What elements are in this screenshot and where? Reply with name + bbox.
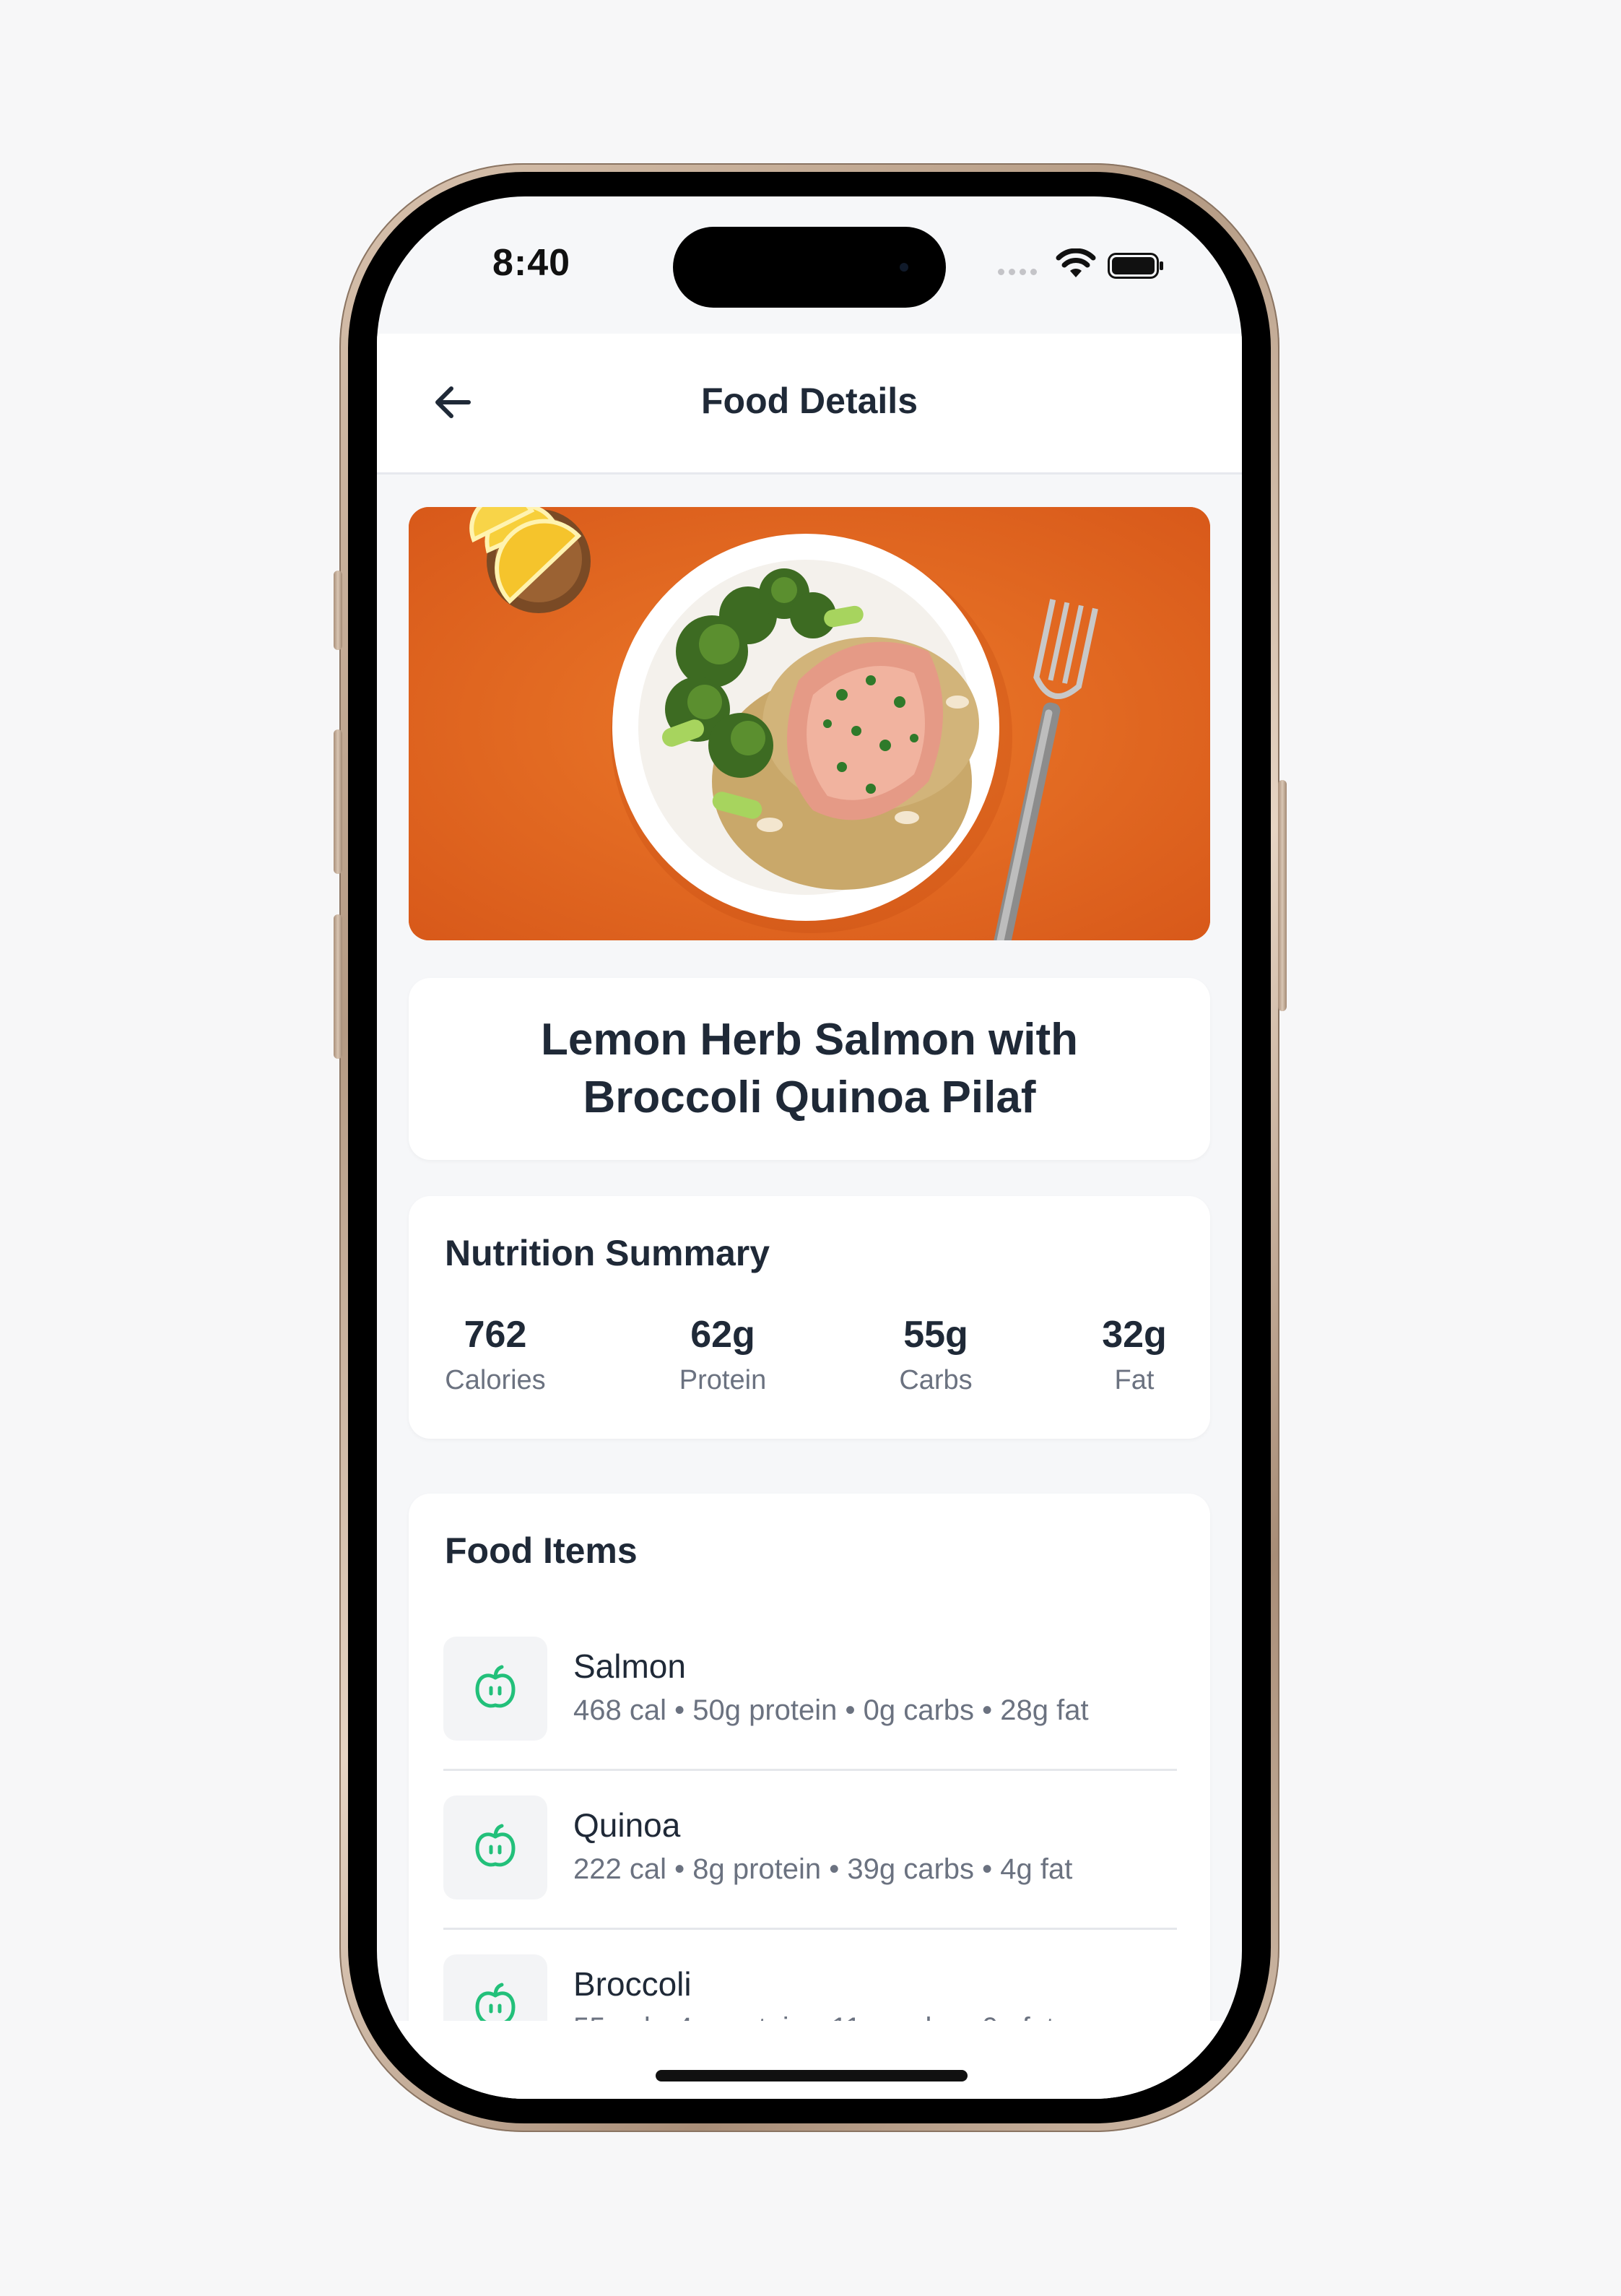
nutrient-label: Calories — [445, 1365, 546, 1395]
nutrient-value: 62g — [690, 1314, 755, 1356]
food-title: Lemon Herb Salmon with Broccoli Quinoa P… — [540, 1015, 1079, 1122]
food-item-icon-box — [443, 1795, 547, 1899]
divider — [443, 1928, 1177, 1930]
nav-header: Food Details — [377, 334, 1242, 475]
food-item-name: Salmon — [573, 1647, 686, 1685]
food-item-macros: 222 cal • 8g protein • 39g carbs • 4g fa… — [573, 1853, 1073, 1885]
action-button — [334, 571, 342, 650]
apple-icon — [475, 1824, 516, 1867]
front-camera — [900, 263, 908, 272]
food-details-content[interactable]: Lemon Herb Salmon with Broccoli Quinoa P… — [409, 507, 1210, 2099]
battery-icon — [1108, 253, 1163, 279]
cellular-signal-icon — [998, 269, 1037, 275]
nutrition-summary-card: Nutrition Summary 762 Calories 62g Prote… — [409, 1196, 1210, 1439]
status-time: 8:40 — [492, 242, 571, 284]
food-photo — [409, 507, 1210, 940]
apple-icon — [475, 1665, 516, 1708]
nutrient-label: Protein — [679, 1365, 767, 1395]
bottom-safe-area — [377, 2021, 1242, 2099]
food-photo-illustration — [409, 507, 1210, 940]
nutrient-value: 762 — [464, 1314, 527, 1356]
nutrition-summary-title: Nutrition Summary — [445, 1233, 770, 1273]
volume-down-button — [334, 914, 342, 1059]
power-button — [1278, 780, 1287, 1011]
food-item-quinoa[interactable]: Quinoa 222 cal • 8g protein • 39g carbs … — [443, 1795, 1177, 1954]
food-items-title: Food Items — [445, 1530, 638, 1571]
food-item-salmon[interactable]: Salmon 468 cal • 50g protein • 0g carbs … — [443, 1637, 1177, 1795]
food-item-icon-box — [443, 1637, 547, 1741]
volume-up-button — [334, 729, 342, 874]
food-items-card: Food Items Salmon 468 cal • 50g protein … — [409, 1494, 1210, 2099]
nutrient-protein: 62g Protein — [665, 1313, 781, 1396]
phone-screen: 8:40 Food Details Lemon Herb Salmon with… — [377, 196, 1242, 2099]
home-indicator[interactable] — [656, 2070, 968, 2081]
page-title: Food Details — [700, 381, 918, 421]
nutrient-carbs: 55g Carbs — [878, 1313, 994, 1396]
dynamic-island — [673, 227, 946, 308]
food-item-macros: 468 cal • 50g protein • 0g carbs • 28g f… — [573, 1694, 1089, 1726]
nutrient-label: Carbs — [899, 1365, 973, 1395]
food-item-name: Broccoli — [573, 1965, 692, 2003]
nutrient-label: Fat — [1114, 1365, 1155, 1395]
food-title-card: Lemon Herb Salmon with Broccoli Quinoa P… — [409, 978, 1210, 1160]
divider — [443, 1769, 1177, 1771]
nutrient-calories: 762 Calories — [438, 1313, 553, 1396]
wifi-icon — [1056, 248, 1096, 277]
nutrient-value: 32g — [1102, 1314, 1167, 1356]
nutrient-fat: 32g Fat — [1077, 1313, 1192, 1396]
food-item-name: Quinoa — [573, 1806, 681, 1844]
nutrient-value: 55g — [903, 1314, 968, 1356]
